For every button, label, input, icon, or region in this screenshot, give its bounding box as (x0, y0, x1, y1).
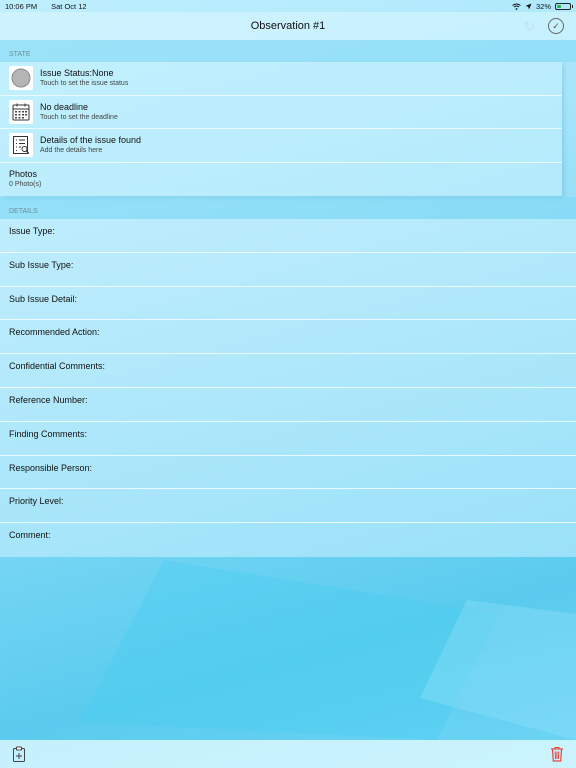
background-shape (80, 560, 500, 740)
trash-icon[interactable] (550, 746, 564, 762)
issue-details-row[interactable]: Details of the issue found Add the detai… (0, 129, 574, 163)
reference-number-field[interactable]: Reference Number: (0, 388, 576, 422)
page-title: Observation #1 (250, 20, 326, 32)
finding-comments-field[interactable]: Finding Comments: (0, 422, 576, 456)
deadline-title: No deadline (40, 101, 89, 112)
state-card: Issue Status:None Touch to set the issue… (0, 62, 574, 197)
status-time: 10:06 PM (5, 1, 38, 11)
battery-percent: 32% (535, 1, 551, 11)
issue-details-subtitle: Add the details here (40, 147, 103, 155)
refresh-icon[interactable]: ↻ (520, 17, 538, 35)
state-section-header: STATE (0, 40, 576, 62)
sub-issue-type-field[interactable]: Sub Issue Type: (0, 253, 576, 287)
status-date: Sat Oct 12 (51, 1, 87, 11)
photos-count: 0 Photo(s) (9, 181, 42, 189)
field-label: Finding Comments: (9, 428, 88, 439)
field-label: Reference Number: (9, 394, 88, 405)
location-icon (525, 3, 532, 9)
issue-details-title: Details of the issue found (40, 135, 142, 146)
add-clipboard-icon[interactable] (12, 746, 26, 762)
done-check-button[interactable]: ✓ (548, 18, 564, 34)
recommended-action-field[interactable]: Recommended Action: (0, 320, 576, 355)
status-circle-icon (9, 66, 33, 91)
field-label: Comment: (9, 530, 51, 541)
confidential-comments-field[interactable]: Confidential Comments: (0, 354, 576, 388)
checkmark-icon: ✓ (552, 20, 560, 31)
battery-icon (555, 2, 573, 10)
field-label: Priority Level: (9, 496, 64, 507)
issue-type-field[interactable]: Issue Type: (0, 219, 576, 253)
deadline-row[interactable]: No deadline Touch to set the deadline › (0, 96, 574, 129)
comment-field[interactable]: Comment: (0, 523, 576, 557)
chevron-right-icon: › (570, 139, 574, 150)
photos-title: Photos (9, 169, 38, 180)
chevron-right-icon: › (570, 105, 574, 117)
field-label: Confidential Comments: (9, 361, 106, 372)
status-bar: 10:06 PM Sat Oct 12 32% (0, 0, 576, 12)
priority-level-field[interactable]: Priority Level: (0, 489, 576, 524)
bottom-toolbar (0, 740, 576, 768)
field-label: Responsible Person: (9, 462, 93, 473)
responsible-person-field[interactable]: Responsible Person: (0, 456, 576, 490)
chevron-right-icon: › (570, 172, 574, 184)
details-list: Issue Type: Sub Issue Type: Sub Issue De… (0, 219, 576, 557)
field-label: Sub Issue Type: (9, 259, 74, 270)
details-list-icon (9, 133, 33, 158)
calendar-icon (9, 99, 33, 124)
details-section-label: DETAILS (9, 208, 38, 215)
field-label: Issue Type: (9, 226, 55, 236)
navigation-bar: Observation #1 ↻ ✓ (0, 12, 576, 40)
deadline-subtitle: Touch to set the deadline (40, 113, 118, 121)
wifi-icon (512, 3, 521, 10)
sub-issue-detail-field[interactable]: Sub Issue Detail: (0, 287, 576, 321)
issue-status-subtitle: Touch to set the issue status (40, 80, 129, 88)
issue-status-title: Issue Status:None (40, 68, 114, 79)
photos-row[interactable]: Photos 0 Photo(s) › (0, 163, 574, 197)
field-label: Recommended Action: (9, 327, 100, 338)
field-label: Sub Issue Detail: (9, 293, 78, 304)
details-section-header: DETAILS (0, 197, 576, 219)
state-section-label: STATE (9, 51, 31, 58)
issue-status-row[interactable]: Issue Status:None Touch to set the issue… (0, 62, 562, 96)
battery-level (557, 4, 561, 8)
